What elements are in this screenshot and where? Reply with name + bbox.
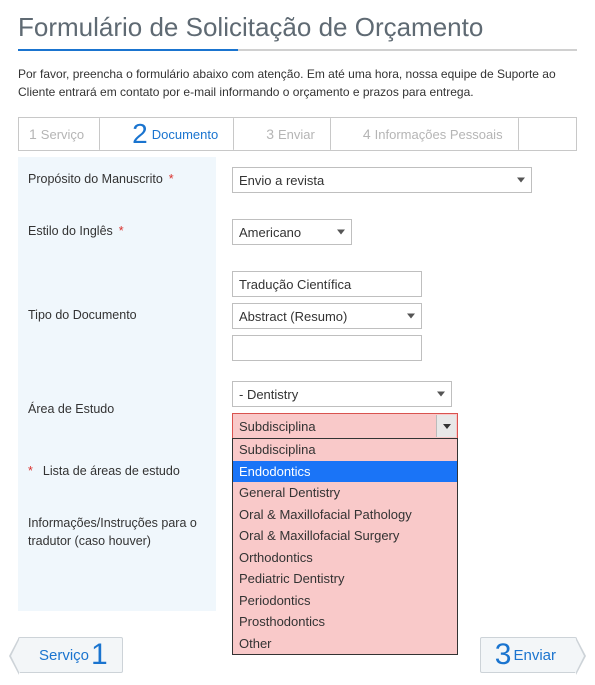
dropdown-option[interactable]: Orthodontics: [233, 547, 457, 569]
dropdown-option[interactable]: General Dentistry: [233, 482, 457, 504]
dropdown-option[interactable]: Other: [233, 633, 457, 655]
dropdown-subdiscipline: SubdisciplinaEndodonticsGeneral Dentistr…: [232, 438, 458, 655]
title-underline: [18, 49, 577, 51]
select-subdiscipline[interactable]: Subdisciplina: [232, 413, 458, 439]
page-title: Formulário de Solicitação de Orçamento: [18, 12, 577, 43]
step-2[interactable]: 2Documento: [110, 118, 234, 150]
input-doctype-text1[interactable]: [232, 271, 422, 297]
intro-text: Por favor, preencha o formulário abaixo …: [18, 65, 577, 101]
label-instructions: Informações/Instruções para o tradutor (…: [18, 501, 216, 611]
step-separator: [234, 117, 244, 151]
next-button[interactable]: 3Enviar: [480, 637, 577, 673]
step-4[interactable]: 4Informações Pessoais: [341, 118, 519, 150]
step-separator: [100, 117, 110, 151]
dropdown-option[interactable]: Prosthodontics: [233, 611, 457, 633]
input-doctype-text2[interactable]: [232, 335, 422, 361]
label-doctype: Tipo do Documento: [18, 261, 216, 371]
prev-button[interactable]: Serviço1: [18, 637, 123, 673]
form: Propósito do Manuscrito* Envio a revista…: [18, 157, 577, 611]
dropdown-option[interactable]: Subdisciplina: [233, 439, 457, 461]
step-3[interactable]: 3Enviar: [244, 118, 331, 150]
select-area-parent[interactable]: - Dentistry: [232, 381, 452, 407]
label-purpose: Propósito do Manuscrito*: [18, 157, 216, 209]
select-doctype[interactable]: Abstract (Resumo): [232, 303, 422, 329]
chevron-down-icon: [407, 314, 415, 319]
chevron-down-icon: [437, 392, 445, 397]
dropdown-option[interactable]: Periodontics: [233, 590, 457, 612]
stepper: 1Serviço 2Documento 3Enviar 4Informações…: [18, 117, 577, 151]
select-english[interactable]: Americano: [232, 219, 352, 245]
dropdown-option[interactable]: Endodontics: [233, 461, 457, 483]
dropdown-option[interactable]: Oral & Maxillofacial Pathology: [233, 504, 457, 526]
dropdown-option[interactable]: Pediatric Dentistry: [233, 568, 457, 590]
chevron-down-icon: [517, 178, 525, 183]
label-area: Área de Estudo: [18, 371, 216, 449]
step-separator: [331, 117, 341, 151]
dropdown-option[interactable]: Oral & Maxillofacial Surgery: [233, 525, 457, 547]
step-separator: [519, 117, 529, 151]
chevron-down-icon: [337, 230, 345, 235]
select-purpose[interactable]: Envio a revista: [232, 167, 532, 193]
chevron-down-icon: [436, 415, 456, 437]
step-1[interactable]: 1Serviço: [19, 118, 100, 150]
label-english: Estilo do Inglês*: [18, 209, 216, 261]
label-list: Lista de áreas de estudo: [43, 463, 180, 481]
